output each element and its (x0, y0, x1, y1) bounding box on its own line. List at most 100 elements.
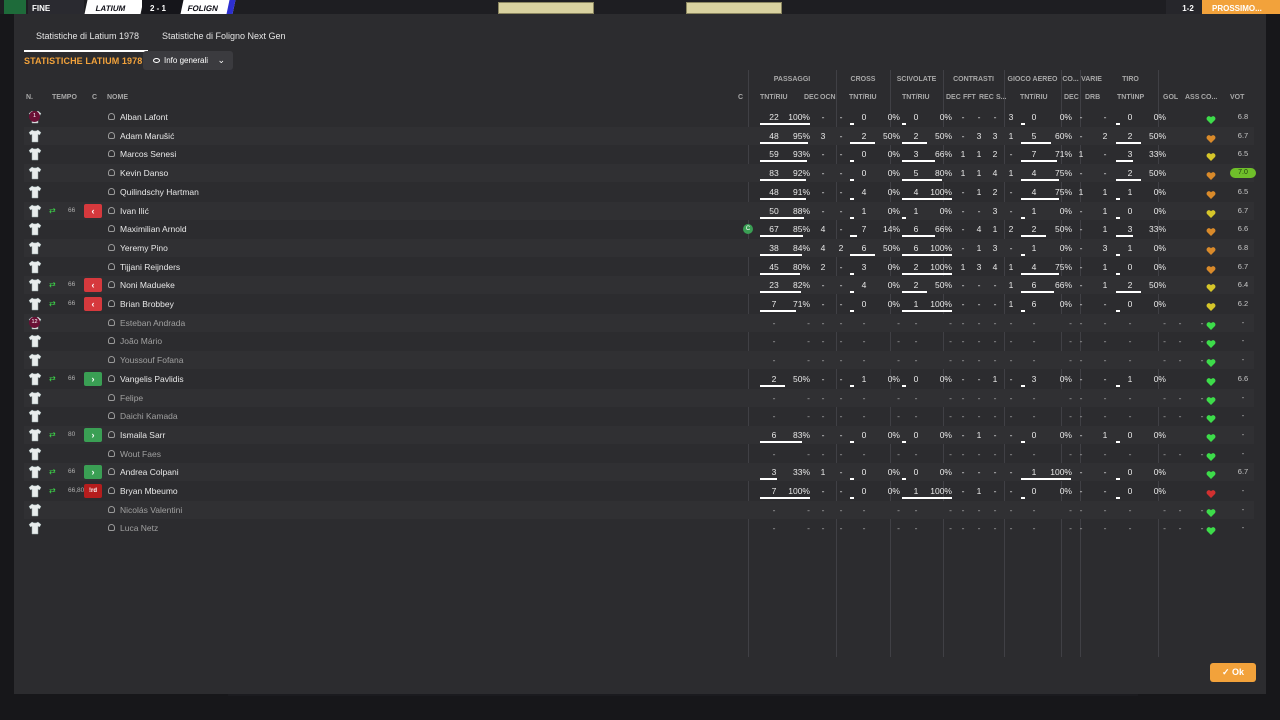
column-header[interactable]: TNT\INP (1117, 94, 1144, 106)
player-name[interactable]: Yeremy Pino (120, 239, 168, 257)
table-row[interactable]: Kevin Danso 83 92% - -0 0% 5 80% 1 1 4 1 4 75% - -2 50% 7… (24, 164, 1256, 183)
column-header[interactable]: REC (979, 94, 994, 106)
column-header[interactable]: DEC (946, 94, 961, 106)
column-header[interactable]: TEMPO (52, 94, 77, 106)
column-header[interactable]: C (92, 94, 97, 106)
table-row[interactable]: Adam Marušić 48 95% 3-2 50% 2 50% -3 3 1 5 60% -2 2 50… (24, 126, 1254, 145)
player-name[interactable]: Youssouf Fofana (120, 351, 183, 369)
stat-sciv_p: 0% (939, 429, 952, 440)
player-name[interactable]: Bryan Mbeumo (120, 482, 178, 500)
column-header[interactable]: DEC (804, 94, 819, 106)
player-name[interactable]: Kevin Danso (120, 164, 168, 182)
player-rating: - (1241, 355, 1245, 365)
table-row[interactable]: ⇄ 66 ‹ Noni Madueke 23 82% - -4 0% 2 50% - - -1 6 66% -1… (24, 276, 1254, 295)
player-name[interactable]: Andrea Colpani (120, 463, 179, 481)
table-row[interactable]: ⇄ 66 ‹ Brian Brobbey 7 71% - -0 0% 1 100% - - -1 6 0% - -… (24, 295, 1254, 313)
next-button[interactable]: PROSSIMO... (1202, 0, 1280, 14)
player-icon (108, 412, 115, 420)
player-name[interactable]: Maximilian Arnold (120, 220, 187, 238)
table-row[interactable]: Felipe - - - - - - - - - - - - - - - - - - - - - (24, 388, 1254, 407)
column-header[interactable]: TNT/RIU (849, 94, 877, 106)
stat-aer_p: - (1069, 504, 1072, 515)
stat-gol (1175, 258, 1185, 276)
table-row[interactable]: Maximilian Arnold C 67 85% 4-7 14% 6 66% -4 1 2 2 50… (24, 220, 1254, 238)
stat-dec: - (821, 448, 825, 459)
stat-tiro_t: 1 (1127, 242, 1133, 253)
player-name[interactable]: Wout Faes (120, 445, 161, 463)
table-row[interactable]: ⇄ 80 › Ismaila Sarr 6 83% - -0 0% 0 0% -1- -0 0% -1 0 0%… (24, 425, 1254, 444)
column-header[interactable]: TNT/RIU (1020, 94, 1048, 106)
player-name[interactable]: Esteban Andrada (120, 314, 185, 332)
column-header[interactable]: DRB (1085, 94, 1100, 106)
column-header[interactable]: TNT/RIU (902, 94, 930, 106)
player-name[interactable]: Noni Madueke (120, 276, 175, 294)
stat-codec: 1 (1078, 186, 1084, 197)
player-name[interactable]: Felipe (120, 389, 143, 407)
table-row[interactable]: ⇄ 66,80 !rd Bryan Mbeumo 7 100% - -0 0% 1 100% -1- -… (24, 482, 1254, 500)
column-header[interactable]: FFT (963, 94, 976, 106)
table-row[interactable]: Daichi Kamada - - - - - - - - - - - - - - - - - - - - - (24, 407, 1254, 425)
player-name[interactable]: Adam Marušić (120, 127, 174, 145)
table-row[interactable]: Quilindschy Hartman 48 91% - -4 0% 4 100% -1 2-4 7… (24, 183, 1254, 201)
stat-aer_p: 0% (1059, 429, 1072, 440)
column-header[interactable]: NOME (107, 94, 128, 106)
stat-s: - (1009, 504, 1013, 515)
player-name[interactable]: Alban Lafont (120, 108, 168, 126)
condition-heart-icon (1206, 430, 1216, 442)
player-name[interactable]: Ismaila Sarr (120, 426, 165, 444)
player-name[interactable]: Ivan Ilić (120, 202, 149, 220)
table-row[interactable]: Wout Faes - - - - - - - - - - - - - - - - - - - - - (24, 445, 1254, 463)
player-name[interactable]: Tijjani Reijnders (120, 258, 180, 276)
table-row[interactable]: ⇄ 66 ‹ Ivan Ilić 50 88% - -1 0% 1 0% - -3-1 0% -1 0 0% 6.… (24, 201, 1254, 220)
stat-drb: 3 (1102, 242, 1108, 253)
stat-rec: 3 (992, 242, 998, 253)
player-name[interactable]: Quilindschy Hartman (120, 183, 199, 201)
column-header[interactable]: TNT/RIU (760, 94, 788, 106)
column-header[interactable]: N. (26, 94, 33, 106)
stat-cross_p: - (897, 504, 900, 515)
table-row[interactable]: Nicolás Valentini - - - - - - - - - - - - - - - - - - - - - (24, 500, 1254, 519)
column-header[interactable]: ASS (1185, 94, 1199, 106)
column-header[interactable]: C (738, 94, 743, 106)
table-row[interactable]: Tijjani Reijnders 45 80% 2-3 0% 2 100% 1 3 4 1 4 75%… (24, 258, 1254, 276)
column-header[interactable]: VOT (1230, 94, 1244, 106)
stat-codec: - (1079, 168, 1083, 179)
player-name[interactable]: João Mário (120, 332, 162, 350)
table-row[interactable]: ⇄ 66 › Vangelis Pavlidis 2 50% - -1 0% 0 0% - -1-3 0%… (24, 370, 1254, 388)
table-row[interactable]: João Mário - - - - - - - - - - - - - - - - - - - - - (24, 332, 1254, 350)
table-row[interactable]: ⇄ 66 › Andrea Colpani 3 33% 1-0 0% 0 0% - - - -1 100% -… (24, 463, 1254, 482)
table-row[interactable]: Youssouf Fofana - - - - - - - - - - - - - - - - - - - - - (24, 351, 1254, 370)
stat-codec: - (1079, 242, 1083, 253)
table-row[interactable]: Yeremy Pino 38 84% 4 2 6 50% 6 100% -1 3-1 0% -3 1 0% 6… (24, 238, 1254, 257)
stat-cross_p: - (897, 355, 900, 366)
column-header[interactable]: DEC (1064, 94, 1079, 106)
player-name[interactable]: Vangelis Pavlidis (120, 370, 184, 388)
column-header[interactable]: CO... (1201, 94, 1217, 106)
player-rating: 6.7 (1237, 467, 1249, 477)
player-name[interactable]: Marcos Senesi (120, 145, 176, 163)
success-bar (1021, 179, 1059, 182)
table-row[interactable]: Marcos Senesi 59 93% - -0 0% 3 66% 1 1 2-7 71% 1-3 33… (24, 145, 1254, 163)
player-rating: 6.8 (1237, 112, 1249, 121)
player-name[interactable]: Luca Netz (120, 519, 158, 537)
table-row[interactable]: 12 Esteban Andrada - - - - - - - - - - - - - - - - - - - - - (24, 313, 1254, 332)
player-name[interactable]: Daichi Kamada (120, 407, 178, 425)
stat-tiro_p: - (1163, 411, 1166, 422)
table-row[interactable]: Luca Netz - - - - - - - - - - - - - - - - - - - - - (24, 519, 1254, 537)
stat-tiro_p: - (1163, 448, 1166, 459)
jersey-icon (28, 372, 42, 386)
column-header[interactable]: S... (996, 94, 1007, 106)
group-header: SCIVOLATE (896, 76, 937, 83)
ok-button[interactable]: ✓ Ok (1210, 663, 1256, 682)
stat-fft: - (977, 112, 981, 122)
condition-heart-icon (1206, 486, 1216, 498)
column-header[interactable]: OCN (820, 94, 836, 106)
player-name[interactable]: Brian Brobbey (120, 295, 174, 313)
stat-drb: - (1103, 486, 1107, 496)
column-header[interactable]: GOL (1163, 94, 1178, 106)
player-name[interactable]: Nicolás Valentini (120, 501, 182, 519)
stat-cdec: - (961, 373, 965, 384)
condition-heart-icon (1206, 393, 1216, 405)
jersey-icon (28, 409, 42, 423)
table-row[interactable]: 1 Alban Lafont 22 100% - -0 0% 0 0% - - -3 0 0% - -0 0% 6… (24, 108, 1254, 126)
